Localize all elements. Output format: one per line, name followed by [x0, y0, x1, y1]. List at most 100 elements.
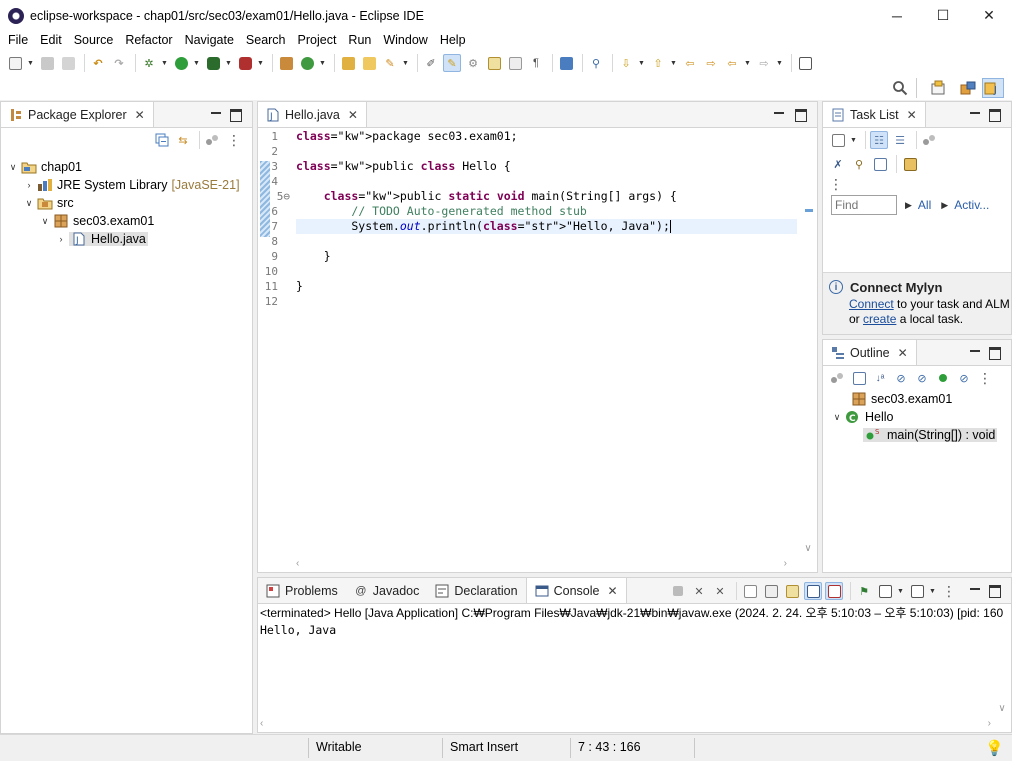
java-perspective-icon[interactable]: J	[982, 78, 1004, 98]
chevron-down-icon[interactable]: ▼	[897, 588, 905, 595]
tab-outline[interactable]: Outline ✕	[823, 340, 917, 365]
maximize-panel-icon[interactable]	[230, 108, 242, 122]
code-line[interactable]: class="kw">public static void main(Strin…	[296, 189, 797, 204]
editor-horizontal-scrollbar[interactable]: ‹ ›	[296, 556, 787, 570]
selected-item[interactable]: J Hello.java	[69, 232, 148, 246]
close-icon[interactable]: ✕	[348, 108, 358, 122]
open-type-icon[interactable]	[339, 54, 357, 72]
close-icon[interactable]: ✕	[907, 108, 917, 122]
previous-annotation-icon[interactable]: ⇧	[649, 54, 667, 72]
minimize-panel-icon[interactable]	[969, 346, 981, 358]
open-perspective-icon[interactable]	[930, 78, 946, 98]
clear-console-icon[interactable]	[741, 582, 759, 600]
console-horizontal-scrollbar[interactable]: ‹ ›	[260, 716, 991, 730]
tree-item-project[interactable]: ∨ chap01	[7, 158, 252, 176]
code-line[interactable]	[296, 234, 797, 249]
scroll-lock-icon[interactable]	[762, 582, 780, 600]
scroll-left-icon[interactable]: ‹	[260, 718, 263, 729]
code-line[interactable]: System.out.println(class="str">"Hello, J…	[296, 219, 797, 234]
code-line[interactable]	[296, 174, 797, 189]
show-stderr-icon[interactable]	[825, 582, 843, 600]
skip-breakpoints-icon[interactable]: ⚲	[587, 54, 605, 72]
maximize-panel-icon[interactable]	[795, 108, 807, 122]
undo-icon[interactable]: ↶	[89, 54, 107, 72]
tree-item-src[interactable]: ∨ src	[7, 194, 252, 212]
chevron-down-icon[interactable]: ∨	[7, 162, 19, 173]
menu-refactor[interactable]: Refactor	[119, 31, 178, 50]
scroll-right-icon[interactable]: ›	[988, 718, 991, 729]
minimize-panel-icon[interactable]	[773, 108, 785, 120]
categorized-icon[interactable]: ☷	[870, 131, 888, 149]
chevron-down-icon[interactable]: ▼	[402, 60, 410, 67]
display-console-icon[interactable]	[876, 582, 894, 600]
chevron-down-icon[interactable]: ▼	[319, 60, 327, 67]
maximize-panel-icon[interactable]	[989, 584, 1001, 598]
chevron-down-icon[interactable]: ▼	[850, 137, 858, 144]
chevron-down-icon[interactable]: ▼	[670, 60, 678, 67]
debug-icon[interactable]: ✲	[140, 54, 158, 72]
terminate-icon[interactable]	[669, 582, 687, 600]
toggle-mark-occurrences-icon[interactable]: ✎	[443, 54, 461, 72]
toggle-ant-editor-icon[interactable]: ✐	[422, 54, 440, 72]
scheduled-icon[interactable]: ☰	[891, 131, 909, 149]
chevron-down-icon[interactable]: ▼	[193, 60, 201, 67]
save-all-icon[interactable]	[59, 54, 77, 72]
chevron-down-icon[interactable]: ▼	[257, 60, 265, 67]
toggle-block-selection-icon[interactable]	[485, 54, 503, 72]
menu-source[interactable]: Source	[68, 31, 120, 50]
focus-icon[interactable]	[829, 369, 847, 387]
outline-package[interactable]: sec03.exam01	[847, 390, 1011, 408]
menu-file[interactable]: File	[2, 31, 34, 50]
menu-window[interactable]: Window	[377, 31, 433, 50]
menu-run[interactable]: Run	[342, 31, 377, 50]
chevron-down-icon[interactable]: ∨	[39, 216, 51, 227]
toggle-word-wrap-icon[interactable]	[506, 54, 524, 72]
hide-completed-icon[interactable]: ✗	[829, 155, 847, 173]
outline-method[interactable]: S main(String[]) : void	[847, 426, 1011, 444]
console-vertical-scrollbar[interactable]: ∨	[995, 624, 1009, 714]
chevron-right-icon[interactable]: ›	[55, 234, 67, 244]
code-line[interactable]: }	[296, 249, 797, 264]
minimize-button[interactable]: ─	[874, 0, 920, 31]
external-tools-icon[interactable]	[236, 54, 254, 72]
code-line[interactable]	[296, 144, 797, 159]
close-icon[interactable]: ✕	[898, 346, 908, 360]
chevron-down-icon[interactable]: ∨	[23, 198, 35, 209]
lightbulb-icon[interactable]: 💡	[985, 739, 1004, 757]
sort-icon[interactable]: ↓ᵃ	[871, 369, 889, 387]
activate-link[interactable]: Activ...	[954, 198, 989, 212]
redo-icon[interactable]: ↷	[110, 54, 128, 72]
chevron-right-icon[interactable]: ›	[23, 180, 35, 190]
collapse-all-icon[interactable]	[153, 131, 171, 149]
hide-local-types-icon[interactable]: ⊘	[955, 369, 973, 387]
remove-all-terminated-icon[interactable]: ✕	[711, 582, 729, 600]
new-icon[interactable]	[6, 54, 24, 72]
pin-editor-icon[interactable]	[796, 54, 814, 72]
chevron-down-icon[interactable]: ▼	[161, 60, 169, 67]
tree-item-hello-java[interactable]: › J Hello.java	[7, 230, 252, 248]
word-wrap-icon[interactable]	[783, 582, 801, 600]
hide-non-public-icon[interactable]	[934, 369, 952, 387]
new-java-package-icon[interactable]	[277, 54, 295, 72]
search-icon[interactable]: ✎	[381, 54, 399, 72]
open-console-icon[interactable]	[908, 582, 926, 600]
code-line[interactable]: // TODO Auto-generated method stub	[296, 204, 797, 219]
scroll-down-icon[interactable]: ∨	[804, 543, 811, 554]
close-window-button[interactable]: ✕	[966, 0, 1012, 31]
view-menu-icon[interactable]: ⋮	[940, 582, 958, 600]
synchronize-icon[interactable]	[901, 155, 919, 173]
show-whitespace-icon[interactable]: ¶	[527, 54, 545, 72]
chevron-down-icon[interactable]: ▼	[744, 60, 752, 67]
chevron-down-icon[interactable]: ▼	[929, 588, 937, 595]
toggle-breadcrumb-icon[interactable]: ⚙	[464, 54, 482, 72]
hide-fields-icon[interactable]: ⊘	[892, 369, 910, 387]
close-icon[interactable]: ✕	[607, 584, 617, 598]
chevron-down-icon[interactable]: ▼	[776, 60, 784, 67]
forward-arrow-icon[interactable]: ⇨	[755, 54, 773, 72]
connect-link[interactable]: Connect	[849, 297, 894, 311]
maximize-button[interactable]: ☐	[920, 0, 966, 31]
hide-static-icon[interactable]: ⊘	[913, 369, 931, 387]
view-menu-icon[interactable]: ⋮	[976, 369, 994, 387]
code-editor[interactable]: class="kw">package sec03.exam01; class="k…	[296, 129, 797, 556]
maximize-panel-icon[interactable]	[989, 108, 1001, 122]
